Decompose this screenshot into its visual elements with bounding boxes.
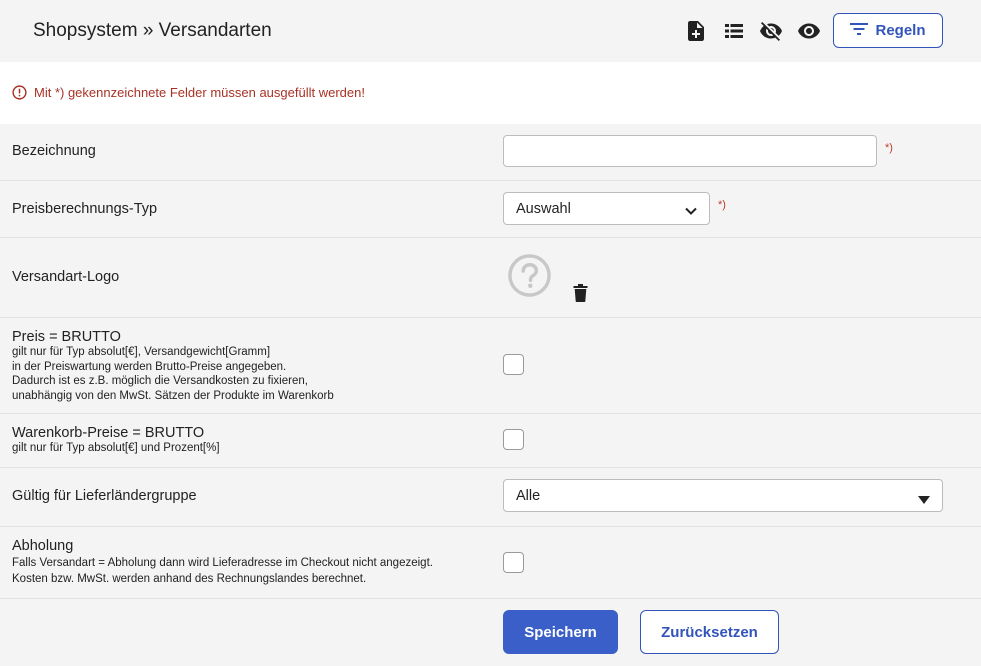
filter-icon <box>850 22 869 40</box>
preistyp-select[interactable]: Auswahl <box>503 192 710 225</box>
new-document-icon[interactable] <box>684 19 708 43</box>
brutto-description-line: in der Preiswartung werden Brutto-Preise… <box>12 360 287 373</box>
abholung-checkbox[interactable] <box>503 552 524 573</box>
row-abholung: Abholung Falls Versandart = Abholung dan… <box>0 527 981 599</box>
warenkorb-description-line: gilt nur für Typ absolut[€] und Prozent[… <box>12 442 220 454</box>
brutto-description-line: Dadurch ist es z.B. möglich die Versandk… <box>12 375 308 387</box>
warenkorb-checkbox[interactable] <box>503 429 524 450</box>
regeln-button[interactable]: Regeln <box>833 13 943 48</box>
row-preis-brutto: Preis = BRUTTO gilt nur für Typ absolut[… <box>0 318 981 414</box>
abholung-description-line: Falls Versandart = Abholung dann wird Li… <box>12 557 433 569</box>
brutto-description-line: gilt nur für Typ absolut[€], Versandgewi… <box>12 346 271 358</box>
brutto-description: gilt nur für Typ absolut[€], Versandgewi… <box>12 345 334 403</box>
row-warenkorb-brutto: Warenkorb-Preise = BRUTTO gilt nur für T… <box>0 414 981 468</box>
lieferland-label: Gültig für Lieferländergruppe <box>12 488 197 504</box>
warenkorb-description: gilt nur für Typ absolut[€] und Prozent[… <box>12 441 220 456</box>
trash-icon[interactable] <box>573 284 588 307</box>
brutto-description-line: unabhängig von den MwSt. Sätzen der Prod… <box>12 389 334 402</box>
reset-button[interactable]: Zurücksetzen <box>640 610 779 654</box>
hide-icon[interactable] <box>758 19 782 43</box>
row-bezeichnung: Bezeichnung *) <box>0 124 981 181</box>
logo-label: Versandart-Logo <box>12 269 120 285</box>
info-circle-icon <box>12 85 27 105</box>
page-title: Shopsystem » Versandarten <box>33 20 272 41</box>
required-marker: *) <box>718 199 726 211</box>
header: Shopsystem » Versandarten Regeln <box>0 0 981 62</box>
lieferland-select[interactable]: Alle <box>503 479 943 512</box>
abholung-description: Falls Versandart = Abholung dann wird Li… <box>12 555 433 587</box>
row-preisberechnungs-typ: Preisberechnungs-Typ Auswahl *) <box>0 181 981 238</box>
save-button[interactable]: Speichern <box>503 610 618 654</box>
required-marker: *) <box>885 142 893 154</box>
brutto-checkbox[interactable] <box>503 354 524 375</box>
show-icon[interactable] <box>796 19 820 43</box>
abholung-description-line: Kosten bzw. MwSt. werden anhand des Rech… <box>12 573 367 585</box>
brutto-label: Preis = BRUTTO <box>12 329 121 345</box>
question-circle-icon <box>507 253 552 303</box>
list-view-icon[interactable] <box>722 19 746 43</box>
bezeichnung-label: Bezeichnung <box>12 143 96 159</box>
required-notice: Mit *) gekennzeichnete Felder müssen aus… <box>0 62 981 124</box>
lieferland-value: Alle <box>516 487 541 504</box>
bezeichnung-input[interactable] <box>503 135 877 167</box>
abholung-label: Abholung <box>12 538 74 554</box>
preistyp-value: Auswahl <box>516 200 571 217</box>
preistyp-label: Preisberechnungs-Typ <box>12 201 158 217</box>
warenkorb-label: Warenkorb-Preise = BRUTTO <box>12 425 205 441</box>
row-lieferlaendergruppe: Gültig für Lieferländergruppe Alle <box>0 468 981 527</box>
row-versandart-logo: Versandart-Logo <box>0 238 981 318</box>
required-message: Mit *) gekennzeichnete Felder müssen aus… <box>34 85 365 100</box>
caret-down-icon <box>918 492 930 508</box>
chevron-down-icon <box>685 203 697 219</box>
regeln-label: Regeln <box>875 22 926 39</box>
